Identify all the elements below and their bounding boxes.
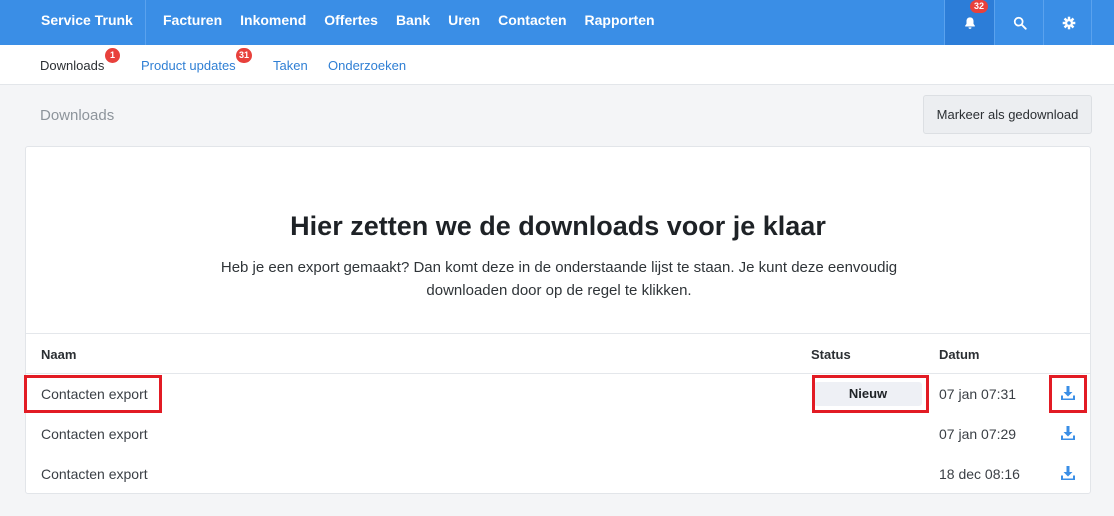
table-row[interactable]: Contacten export 18 dec 08:16 — [26, 454, 1090, 494]
search-button[interactable] — [995, 0, 1044, 45]
sub-navigation: Downloads 1 Product updates 31 Taken Ond… — [0, 45, 1114, 85]
nav-contacten[interactable]: Contacten — [498, 12, 566, 28]
highlight-download — [1049, 375, 1087, 413]
product-updates-count-badge: 31 — [236, 48, 253, 63]
nav-bank[interactable]: Bank — [396, 12, 430, 28]
search-icon — [1013, 16, 1027, 30]
brand-name[interactable]: Service Trunk — [41, 12, 133, 28]
mark-as-downloaded-button[interactable]: Markeer als gedownload — [923, 95, 1092, 134]
table-header: Naam Status Datum — [26, 333, 1090, 374]
top-navigation-bar: Service Trunk Facturen Inkomend Offertes… — [0, 0, 1114, 45]
tab-product-updates[interactable]: Product updates — [141, 58, 236, 73]
download-icon[interactable] — [1060, 425, 1076, 441]
column-header-name[interactable]: Naam — [41, 347, 76, 362]
row-name: Contacten export — [41, 466, 148, 482]
notifications-button[interactable]: 32 — [945, 0, 994, 45]
page-title: Downloads — [40, 107, 115, 124]
table-row[interactable]: Contacten export Nieuw 07 jan 07:31 — [26, 374, 1090, 414]
nav-inkomend[interactable]: Inkomend — [240, 12, 306, 28]
highlight-row-name — [24, 375, 162, 413]
downloads-card: Hier zetten we de downloads voor je klaa… — [25, 146, 1091, 494]
column-header-date[interactable]: Datum — [939, 347, 979, 362]
highlight-status — [812, 375, 929, 413]
hero-title: Hier zetten we de downloads voor je klaa… — [290, 211, 826, 241]
row-date: 07 jan 07:31 — [939, 386, 1017, 402]
main-nav: Facturen Inkomend Offertes Bank Uren Con… — [163, 12, 673, 28]
column-header-status[interactable]: Status — [811, 347, 851, 362]
hero-description: Heb je een export gemaakt? Dan komt deze… — [220, 259, 898, 299]
brand-divider — [145, 0, 146, 45]
tab-onderzoeken[interactable]: Onderzoeken — [328, 58, 406, 73]
nav-offertes[interactable]: Offertes — [324, 12, 378, 28]
row-name: Contacten export — [41, 426, 148, 442]
nav-uren[interactable]: Uren — [448, 12, 480, 28]
nav-rapporten[interactable]: Rapporten — [585, 12, 655, 28]
downloads-count-badge: 1 — [105, 48, 120, 63]
tab-taken[interactable]: Taken — [273, 58, 308, 73]
tab-downloads[interactable]: Downloads — [40, 58, 104, 73]
toolbar-divider — [1091, 0, 1092, 45]
download-icon[interactable] — [1060, 465, 1076, 481]
nav-facturen[interactable]: Facturen — [163, 12, 222, 28]
row-date: 18 dec 08:16 — [939, 466, 1020, 482]
notification-count-badge: 32 — [970, 0, 989, 13]
table-row[interactable]: Contacten export 07 jan 07:29 — [26, 414, 1090, 454]
settings-button[interactable] — [1044, 0, 1093, 45]
bell-icon — [964, 16, 975, 29]
row-date: 07 jan 07:29 — [939, 426, 1017, 442]
gear-icon — [1062, 16, 1075, 29]
